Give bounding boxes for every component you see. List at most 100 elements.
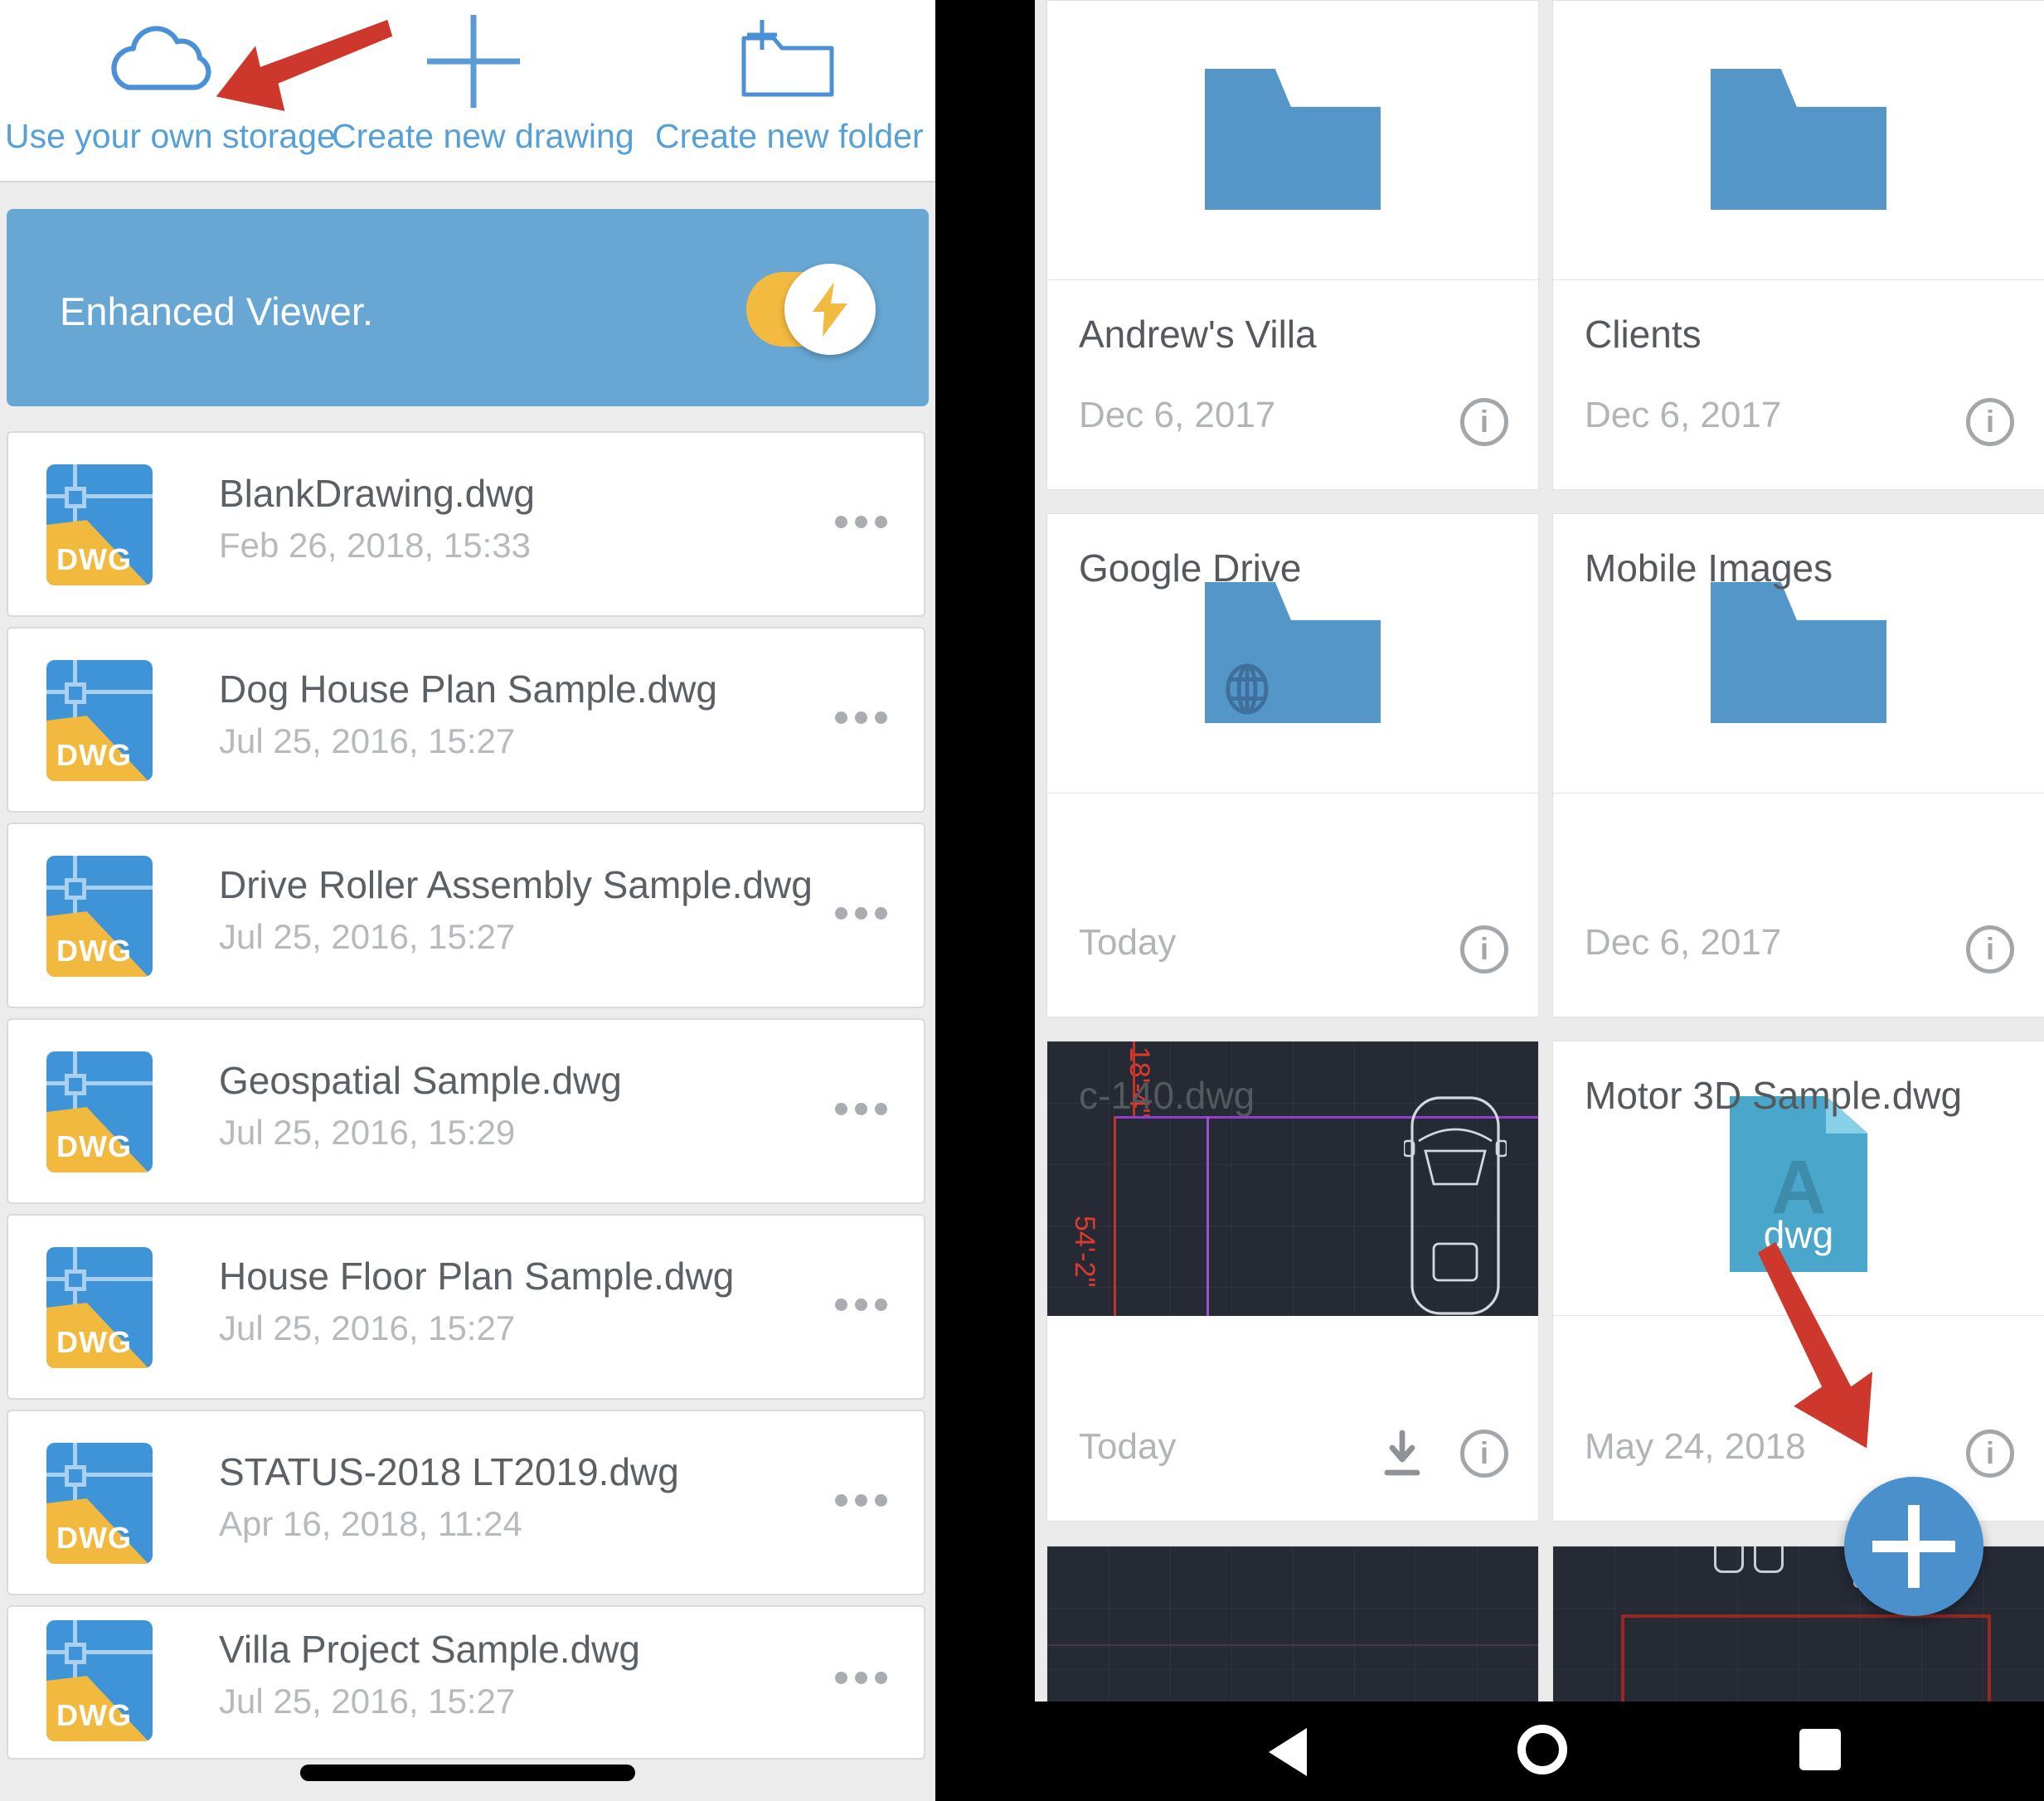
file-row[interactable]: DWG Drive Roller Assembly Sample.dwg Jul…: [7, 823, 925, 1008]
folder-tile: [1553, 1, 2044, 280]
plus-icon: [424, 12, 523, 111]
create-new-folder-button[interactable]: Create new folder: [655, 0, 920, 181]
file-row[interactable]: DWG Villa Project Sample.dwg Jul 25, 201…: [7, 1605, 925, 1760]
more-options-icon[interactable]: [835, 1672, 887, 1684]
dimension-label: 54'-2": [1068, 1216, 1100, 1288]
home-icon[interactable]: [1517, 1725, 1567, 1774]
file-name: STATUS-2018 LT2019.dwg: [219, 1449, 679, 1494]
grid-card-folder[interactable]: Andrew's Villa Dec 6, 2017 i: [1046, 0, 1539, 490]
create-new-drawing-label: Create new drawing: [332, 117, 615, 156]
file-row[interactable]: DWG House Floor Plan Sample.dwg Jul 25, …: [7, 1214, 925, 1400]
folder-icon: [1205, 69, 1381, 210]
file-name: Drive Roller Assembly Sample.dwg: [219, 862, 813, 907]
grid-card-folder[interactable]: Clients Dec 6, 2017 i: [1552, 0, 2044, 490]
folder-icon: [1711, 69, 1886, 210]
enhanced-viewer-banner: Enhanced Viewer.: [7, 209, 929, 406]
card-title: Google Drive: [1079, 546, 1301, 590]
folder-icon: [1711, 582, 1886, 723]
card-date: Today: [1079, 922, 1176, 964]
back-icon[interactable]: [1269, 1728, 1307, 1776]
dwg-badge: DWG: [56, 1698, 132, 1733]
file-date: Jul 25, 2016, 15:27: [219, 917, 515, 957]
recents-icon[interactable]: [1799, 1729, 1841, 1770]
dwg-badge: DWG: [56, 934, 132, 968]
grid-card-folder[interactable]: Mobile Images Dec 6, 2017 i: [1552, 513, 2044, 1017]
info-icon[interactable]: i: [1460, 1430, 1508, 1478]
dwg-doc-label: dwg: [1730, 1212, 1867, 1257]
card-date: Dec 6, 2017: [1079, 395, 1275, 436]
ios-home-indicator[interactable]: [300, 1765, 635, 1781]
dwg-file-icon: DWG: [46, 1247, 153, 1368]
card-date: Dec 6, 2017: [1585, 922, 1781, 964]
file-name: Dog House Plan Sample.dwg: [219, 667, 717, 711]
file-name: House Floor Plan Sample.dwg: [219, 1254, 734, 1299]
dwg-badge: DWG: [56, 1129, 132, 1164]
more-options-icon[interactable]: [835, 516, 887, 528]
card-title: Mobile Images: [1585, 546, 1833, 590]
left-app-panel: Use your own storage Create new drawing …: [0, 0, 935, 1801]
card-date: Dec 6, 2017: [1585, 395, 1781, 436]
use-own-storage-label: Use your own storage: [5, 117, 318, 156]
file-date: Feb 26, 2018, 15:33: [219, 526, 531, 566]
enhanced-viewer-label: Enhanced Viewer.: [60, 289, 373, 334]
file-date: Apr 16, 2018, 11:24: [219, 1504, 522, 1544]
more-options-icon[interactable]: [835, 1299, 887, 1311]
cad-thumbnail: [1047, 1546, 1538, 1702]
grid-card-drawing[interactable]: [1046, 1546, 1539, 1701]
more-options-icon[interactable]: [835, 1103, 887, 1115]
grid-card-drawing[interactable]: 18'-4" 54'-2" c-140.dwg Today: [1046, 1041, 1539, 1522]
create-new-folder-label: Create new folder: [655, 117, 920, 156]
more-options-icon[interactable]: [835, 907, 887, 920]
dwg-file-icon: DWG: [46, 1051, 153, 1172]
enhanced-viewer-toggle[interactable]: [746, 272, 869, 347]
create-new-drawing-button[interactable]: Create new drawing: [332, 0, 615, 181]
card-title: Motor 3D Sample.dwg: [1585, 1073, 1962, 1118]
info-icon[interactable]: i: [1966, 925, 2014, 973]
info-icon[interactable]: i: [1460, 925, 1508, 973]
dwg-badge: DWG: [56, 542, 132, 577]
right-app-panel: Andrew's Villa Dec 6, 2017 i Clients Dec…: [1035, 0, 2044, 1801]
file-row[interactable]: DWG Dog House Plan Sample.dwg Jul 25, 20…: [7, 627, 925, 813]
folder-tile: [1047, 1, 1538, 280]
grid-card-folder[interactable]: Google Drive Today i: [1046, 513, 1539, 1017]
file-date: Jul 25, 2016, 15:27: [219, 1308, 515, 1348]
grid-card-dwg-doc[interactable]: A dwg Motor 3D Sample.dwg May 24, 2018 i: [1552, 1041, 2044, 1522]
info-icon[interactable]: i: [1460, 398, 1508, 446]
info-icon[interactable]: i: [1966, 1430, 2014, 1478]
more-options-icon[interactable]: [835, 1494, 887, 1507]
globe-icon: [1220, 658, 1274, 720]
card-date: Today: [1079, 1426, 1176, 1468]
file-date: Jul 25, 2016, 15:29: [219, 1113, 515, 1153]
file-row[interactable]: DWG Geospatial Sample.dwg Jul 25, 2016, …: [7, 1018, 925, 1204]
dwg-file-icon: DWG: [46, 1620, 153, 1741]
card-title: c-140.dwg: [1079, 1073, 1255, 1118]
info-icon[interactable]: i: [1966, 398, 2014, 446]
lightning-icon: [813, 282, 847, 337]
download-icon[interactable]: [1379, 1430, 1425, 1478]
dwg-file-icon: DWG: [46, 464, 153, 585]
cloud-icon: [95, 15, 228, 101]
file-name: Geospatial Sample.dwg: [219, 1058, 622, 1103]
more-options-icon[interactable]: [835, 711, 887, 724]
use-own-storage-button[interactable]: Use your own storage: [5, 0, 318, 181]
file-date: Jul 25, 2016, 15:27: [219, 721, 515, 761]
file-date: Jul 25, 2016, 15:27: [219, 1682, 515, 1721]
file-row[interactable]: DWG STATUS-2018 LT2019.dwg Apr 16, 2018,…: [7, 1410, 925, 1595]
dwg-document-icon: A dwg: [1730, 1096, 1867, 1272]
folder-plus-icon: [736, 17, 840, 100]
file-name: Villa Project Sample.dwg: [219, 1627, 640, 1672]
add-fab-button[interactable]: [1844, 1477, 1983, 1616]
toggle-knob: [784, 264, 876, 355]
dwg-file-icon: DWG: [46, 856, 153, 977]
card-title: Andrew's Villa: [1079, 312, 1317, 357]
panel-divider: [935, 0, 1035, 1801]
card-date: May 24, 2018: [1585, 1426, 1806, 1468]
file-name: BlankDrawing.dwg: [219, 471, 535, 516]
dwg-file-icon: DWG: [46, 660, 153, 781]
screenshot-root: Use your own storage Create new drawing …: [0, 0, 2044, 1801]
dwg-badge: DWG: [56, 738, 132, 773]
car-outline: [1404, 1085, 1507, 1316]
file-row[interactable]: DWG BlankDrawing.dwg Feb 26, 2018, 15:33: [7, 431, 925, 617]
plus-icon: [1908, 1505, 1920, 1588]
left-toolbar: Use your own storage Create new drawing …: [0, 0, 935, 182]
